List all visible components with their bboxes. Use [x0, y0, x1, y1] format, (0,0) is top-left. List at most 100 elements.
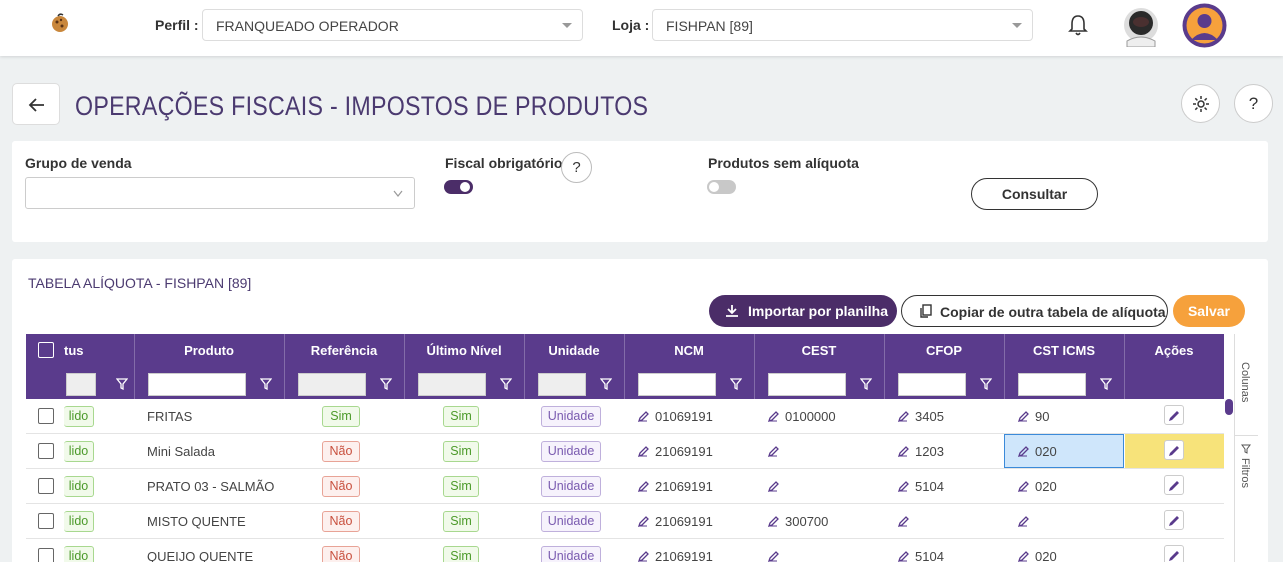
edit-pencil-icon[interactable]	[638, 516, 649, 527]
table-row[interactable]: lido QUEIJO QUENTE Não Sim Unidade 21069191 51…	[26, 539, 1224, 562]
edit-pencil-icon[interactable]	[638, 551, 649, 562]
row-checkbox[interactable]	[38, 548, 54, 562]
user-avatar[interactable]	[1121, 5, 1161, 47]
edit-pencil-icon[interactable]	[1018, 411, 1029, 422]
edit-pencil-icon[interactable]	[898, 481, 909, 492]
edit-row-button[interactable]	[1164, 510, 1184, 530]
copy-table-button[interactable]: Copiar de outra tabela de alíquota	[901, 295, 1168, 327]
perfil-select[interactable]: FRANQUEADO OPERADOR	[202, 9, 583, 41]
cst-icms-cell[interactable]: 020	[1018, 539, 1057, 562]
col-cfop[interactable]: CFOP	[884, 334, 1004, 368]
col-produto[interactable]: Produto	[134, 334, 284, 368]
edit-pencil-icon[interactable]	[768, 411, 779, 422]
col-unidade[interactable]: Unidade	[524, 334, 624, 368]
edit-pencil-icon[interactable]	[898, 446, 909, 457]
ncm-cell[interactable]: 21069191	[638, 504, 713, 539]
edit-pencil-icon[interactable]	[768, 516, 779, 527]
cst-icms-cell[interactable]: 90	[1018, 399, 1049, 434]
import-spreadsheet-button[interactable]: Importar por planilha	[709, 295, 897, 327]
tab-filtros[interactable]: Filtros	[1235, 438, 1258, 508]
table-row[interactable]: lido FRITAS Sim Sim Unidade 01069191 0100000 34…	[26, 399, 1224, 434]
profile-avatar[interactable]	[1181, 2, 1228, 49]
edit-pencil-icon[interactable]	[898, 551, 909, 562]
column-filter-input[interactable]	[418, 373, 486, 396]
cfop-cell[interactable]: 5104	[898, 539, 944, 562]
consultar-button[interactable]: Consultar	[971, 178, 1098, 210]
filter-icon[interactable]	[116, 378, 128, 390]
edit-pencil-icon[interactable]	[768, 481, 779, 492]
save-button[interactable]: Salvar	[1173, 295, 1245, 327]
settings-button[interactable]	[1181, 84, 1220, 123]
select-all-checkbox[interactable]	[38, 342, 54, 358]
filter-icon[interactable]	[500, 378, 512, 390]
filter-icon[interactable]	[980, 378, 992, 390]
app-logo-icon[interactable]	[50, 12, 70, 34]
ncm-cell[interactable]: 21069191	[638, 539, 713, 562]
col-cst-icms[interactable]: CST ICMS	[1004, 334, 1124, 368]
column-filter-input[interactable]	[148, 373, 246, 396]
col-ultimo-nivel[interactable]: Último Nível	[404, 334, 524, 368]
ncm-cell[interactable]: 21069191	[638, 469, 713, 504]
table-row[interactable]: lido MISTO QUENTE Não Sim Unidade 21069191 300…	[26, 504, 1224, 539]
grid-scrollbar[interactable]	[1225, 399, 1233, 415]
edit-row-button[interactable]	[1164, 405, 1184, 425]
filter-icon[interactable]	[600, 378, 612, 390]
edit-pencil-icon[interactable]	[1018, 481, 1029, 492]
column-filter-input[interactable]	[538, 373, 586, 396]
fiscal-help-button[interactable]: ?	[561, 152, 592, 183]
loja-select[interactable]: FISHPAN [89]	[652, 9, 1033, 41]
col-referencia[interactable]: Referência	[284, 334, 404, 368]
filter-icon[interactable]	[860, 378, 872, 390]
cest-cell[interactable]	[768, 469, 785, 504]
edit-pencil-icon[interactable]	[768, 446, 779, 457]
grupo-venda-select[interactable]	[25, 177, 415, 209]
ncm-cell[interactable]: 21069191	[638, 434, 713, 469]
filter-icon[interactable]	[730, 378, 742, 390]
sem-aliquota-toggle[interactable]	[707, 180, 736, 194]
column-filter-input[interactable]	[1018, 373, 1086, 396]
cfop-cell[interactable]: 1203	[898, 434, 944, 469]
cest-cell[interactable]	[768, 434, 785, 469]
table-row[interactable]: lido PRATO 03 - SALMÃO Não Sim Unidade 210691…	[26, 469, 1224, 504]
column-filter-input[interactable]	[298, 373, 366, 396]
row-checkbox[interactable]	[38, 478, 54, 494]
bell-icon[interactable]	[1067, 13, 1089, 37]
edit-pencil-icon[interactable]	[638, 481, 649, 492]
edit-pencil-icon[interactable]	[638, 446, 649, 457]
edit-pencil-icon[interactable]	[638, 411, 649, 422]
col-ncm[interactable]: NCM	[624, 334, 754, 368]
cfop-cell[interactable]	[898, 504, 915, 539]
table-row[interactable]: lido Mini Salada Não Sim Unidade 21069191 1203…	[26, 434, 1224, 469]
cest-cell[interactable]: 0100000	[768, 399, 836, 434]
edit-pencil-icon[interactable]	[768, 551, 779, 562]
cst-icms-cell[interactable]: 020	[1018, 469, 1057, 504]
cest-cell[interactable]	[768, 539, 785, 562]
column-filter-input[interactable]	[66, 373, 96, 396]
column-filter-input[interactable]	[898, 373, 966, 396]
col-cest[interactable]: CEST	[754, 334, 884, 368]
filter-icon[interactable]	[260, 378, 272, 390]
column-filter-input[interactable]	[638, 373, 716, 396]
edit-pencil-icon[interactable]	[898, 516, 909, 527]
tab-colunas[interactable]: Colunas	[1235, 334, 1258, 436]
col-status[interactable]: tus	[64, 334, 134, 368]
ncm-cell[interactable]: 01069191	[638, 399, 713, 434]
edit-row-button[interactable]	[1164, 545, 1184, 562]
edit-pencil-icon[interactable]	[1018, 446, 1029, 457]
row-checkbox[interactable]	[38, 443, 54, 459]
fiscal-obrigatorio-toggle[interactable]	[444, 180, 473, 194]
column-filter-input[interactable]	[768, 373, 846, 396]
filter-icon[interactable]	[380, 378, 392, 390]
edit-pencil-icon[interactable]	[1018, 516, 1029, 527]
edit-row-button[interactable]	[1164, 440, 1184, 460]
row-checkbox[interactable]	[38, 408, 54, 424]
cfop-cell[interactable]: 5104	[898, 469, 944, 504]
cest-cell[interactable]: 300700	[768, 504, 828, 539]
edit-row-button[interactable]	[1164, 475, 1184, 495]
row-checkbox[interactable]	[38, 513, 54, 529]
cst-icms-cell[interactable]: 020	[1018, 434, 1057, 469]
edit-pencil-icon[interactable]	[1018, 551, 1029, 562]
cfop-cell[interactable]: 3405	[898, 399, 944, 434]
filter-icon[interactable]	[1100, 378, 1112, 390]
back-button[interactable]	[12, 83, 60, 125]
